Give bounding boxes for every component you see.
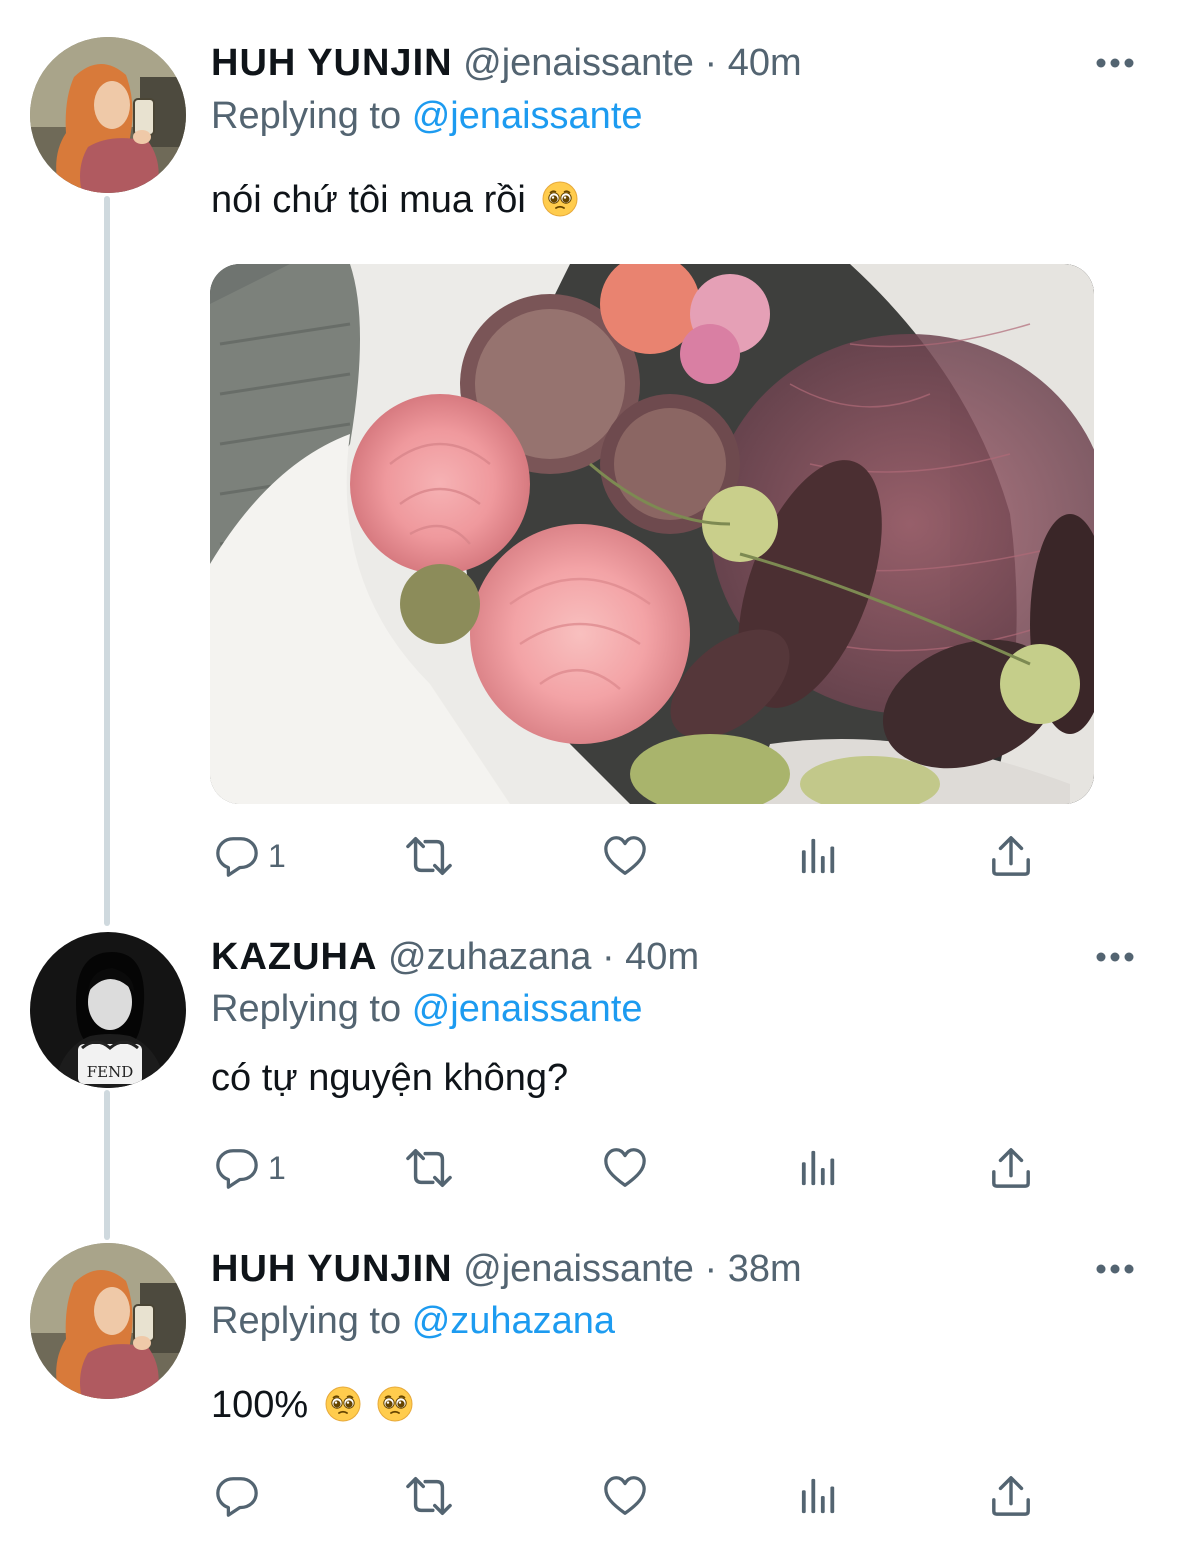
like-button[interactable] [602,1138,648,1198]
views-button[interactable] [800,826,838,886]
like-button[interactable] [602,826,648,886]
more-options-icon[interactable] [1094,950,1136,964]
retweet-icon[interactable] [400,1145,458,1191]
mention-link[interactable]: @zuhazana [412,1300,615,1342]
tweet-body: nói chứ tôi mua rồi [211,179,526,221]
share-button[interactable] [990,1466,1032,1526]
views-icon[interactable] [800,837,838,875]
pleading-face-emoji [377,1386,413,1422]
display-name[interactable]: HUH YUNJIN [211,42,453,84]
share-icon[interactable] [990,1147,1032,1189]
user-handle[interactable]: @zuhazana [388,936,591,978]
thread-line [104,196,110,926]
replying-to: Replying to @jenaissante [211,986,643,1032]
reply-button[interactable]: 1 [214,826,286,886]
display-name[interactable]: KAZUHA [211,936,377,978]
tweet-actions [0,1466,1179,1526]
timestamp[interactable]: 38m [728,1248,802,1290]
reply-button[interactable] [214,1466,268,1526]
avatar[interactable] [30,932,186,1088]
separator: · [601,936,615,978]
replying-prefix: Replying to [211,95,402,137]
separator: · [704,42,718,84]
tweet-text: có tự nguyện không? [211,1055,568,1101]
reply-count: 1 [268,837,286,874]
pleading-face-emoji [325,1386,361,1422]
share-icon[interactable] [990,835,1032,877]
replying-prefix: Replying to [211,1300,402,1342]
user-handle[interactable]: @jenaissante [463,1248,694,1290]
share-button[interactable] [990,826,1032,886]
reply-button[interactable]: 1 [214,1138,286,1198]
mention-link[interactable]: @jenaissante [412,95,643,137]
views-icon[interactable] [800,1149,838,1187]
avatar[interactable] [30,37,186,193]
reply-icon[interactable] [214,833,260,879]
replying-prefix: Replying to [211,988,402,1030]
retweet-icon[interactable] [400,833,458,879]
replying-to: Replying to @jenaissante [211,93,643,139]
tweet-text: 100% [211,1382,413,1428]
replying-to: Replying to @zuhazana [211,1298,615,1344]
retweet-icon[interactable] [400,1473,458,1519]
share-icon[interactable] [990,1475,1032,1517]
retweet-button[interactable] [400,1466,458,1526]
reply-icon[interactable] [214,1145,260,1191]
tweet-header: HUH YUNJIN @jenaissante · 38m [211,1246,802,1292]
like-icon[interactable] [602,1473,648,1519]
more-options-icon[interactable] [1094,56,1136,70]
tweet-header: KAZUHA @zuhazana · 40m [211,934,699,980]
views-button[interactable] [800,1466,838,1526]
timestamp[interactable]: 40m [728,42,802,84]
like-icon[interactable] [602,1145,648,1191]
separator: · [704,1248,718,1290]
like-icon[interactable] [602,833,648,879]
reply-count: 1 [268,1149,286,1186]
pleading-face-emoji [542,181,578,217]
tweet-body: 100% [211,1384,309,1426]
share-button[interactable] [990,1138,1032,1198]
timestamp[interactable]: 40m [625,936,699,978]
like-button[interactable] [602,1466,648,1526]
mention-link[interactable]: @jenaissante [412,988,643,1030]
tweet-text: nói chứ tôi mua rồi [211,177,578,223]
views-icon[interactable] [800,1477,838,1515]
retweet-button[interactable] [400,826,458,886]
tweet-actions: 1 [0,826,1179,886]
reply-icon[interactable] [214,1473,260,1519]
tweet-image[interactable] [210,264,1094,804]
tweet-body: có tự nguyện không? [211,1057,569,1099]
avatar[interactable] [30,1243,186,1399]
tweet-actions: 1 [0,1138,1179,1198]
retweet-button[interactable] [400,1138,458,1198]
display-name[interactable]: HUH YUNJIN [211,1248,453,1290]
user-handle[interactable]: @jenaissante [463,42,694,84]
tweet-header: HUH YUNJIN @jenaissante · 40m [211,40,802,86]
more-options-icon[interactable] [1094,1262,1136,1276]
views-button[interactable] [800,1138,838,1198]
